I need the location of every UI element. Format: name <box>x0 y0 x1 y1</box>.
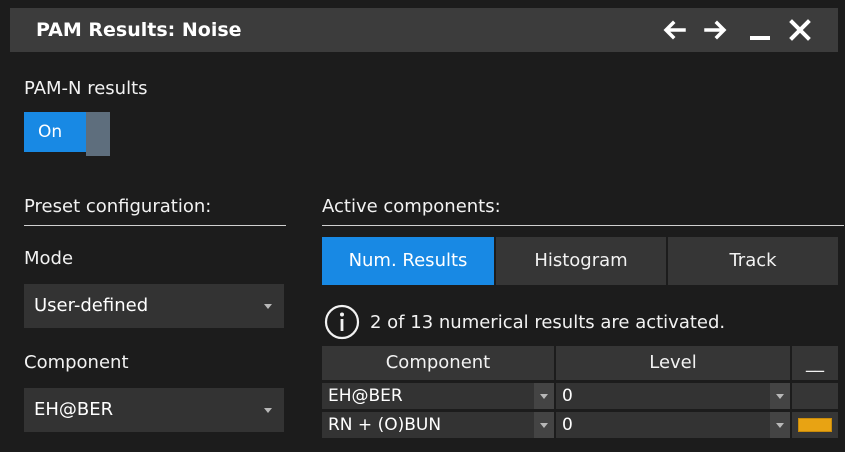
toggle-on-label: On <box>24 112 86 152</box>
row-1-level-dropdown-button[interactable] <box>770 383 790 409</box>
dialog-title: PAM Results: Noise <box>36 19 242 41</box>
mode-value: User-defined <box>34 295 149 316</box>
color-swatch[interactable] <box>798 418 832 432</box>
component-dropdown[interactable]: EH@BER <box>24 388 284 432</box>
row-1-level-value: 0 <box>562 386 573 406</box>
pam-results-noise-dialog: PAM Results: Noise PAM-N results On Pres… <box>0 0 845 452</box>
chevron-down-icon <box>776 423 784 428</box>
component-value: EH@BER <box>34 399 114 420</box>
chevron-down-icon <box>264 408 272 413</box>
tab-num-results[interactable]: Num. Results <box>322 237 494 285</box>
preset-configuration-heading: Preset configuration: <box>24 196 212 217</box>
chevron-down-icon <box>540 394 548 399</box>
table-row-2-component[interactable]: RN + (O)BUN <box>322 412 554 438</box>
back-arrow-icon[interactable] <box>658 14 690 46</box>
row-2-level-dropdown-button[interactable] <box>770 412 790 438</box>
pamn-results-label: PAM-N results <box>24 78 148 99</box>
table-row-1-component[interactable]: EH@BER <box>322 383 554 409</box>
forward-arrow-icon[interactable] <box>700 14 732 46</box>
mode-dropdown[interactable]: User-defined <box>24 284 284 328</box>
table-row-2-color[interactable] <box>792 412 838 438</box>
table-header-color: __ <box>792 346 838 380</box>
chevron-down-icon <box>776 394 784 399</box>
active-divider <box>322 225 844 226</box>
mode-label: Mode <box>24 248 74 269</box>
preset-divider <box>24 225 286 226</box>
table-row-2-level[interactable]: 0 <box>556 412 790 438</box>
close-icon[interactable] <box>784 14 816 46</box>
chevron-down-icon <box>264 304 272 309</box>
row-1-component-value: EH@BER <box>328 386 403 406</box>
row-1-component-dropdown-button[interactable] <box>534 383 554 409</box>
info-text: 2 of 13 numerical results are activated. <box>370 312 726 333</box>
row-2-component-value: RN + (O)BUN <box>328 415 442 435</box>
table-header-component: Component <box>322 346 554 380</box>
active-components-heading: Active components: <box>322 196 501 217</box>
row-2-component-dropdown-button[interactable] <box>534 412 554 438</box>
tab-histogram[interactable]: Histogram <box>496 237 666 285</box>
chevron-down-icon <box>540 423 548 428</box>
title-bar: PAM Results: Noise <box>10 8 838 52</box>
pamn-results-toggle[interactable]: On <box>24 112 110 156</box>
row-2-level-value: 0 <box>562 415 573 435</box>
table-header-level: Level <box>556 346 790 380</box>
info-icon <box>324 304 360 340</box>
toggle-knob[interactable] <box>86 112 110 156</box>
table-row-1-level[interactable]: 0 <box>556 383 790 409</box>
table-row-1-color[interactable] <box>792 383 838 409</box>
minimize-icon[interactable] <box>744 14 776 46</box>
tab-track[interactable]: Track <box>668 237 838 285</box>
component-label: Component <box>24 352 129 373</box>
